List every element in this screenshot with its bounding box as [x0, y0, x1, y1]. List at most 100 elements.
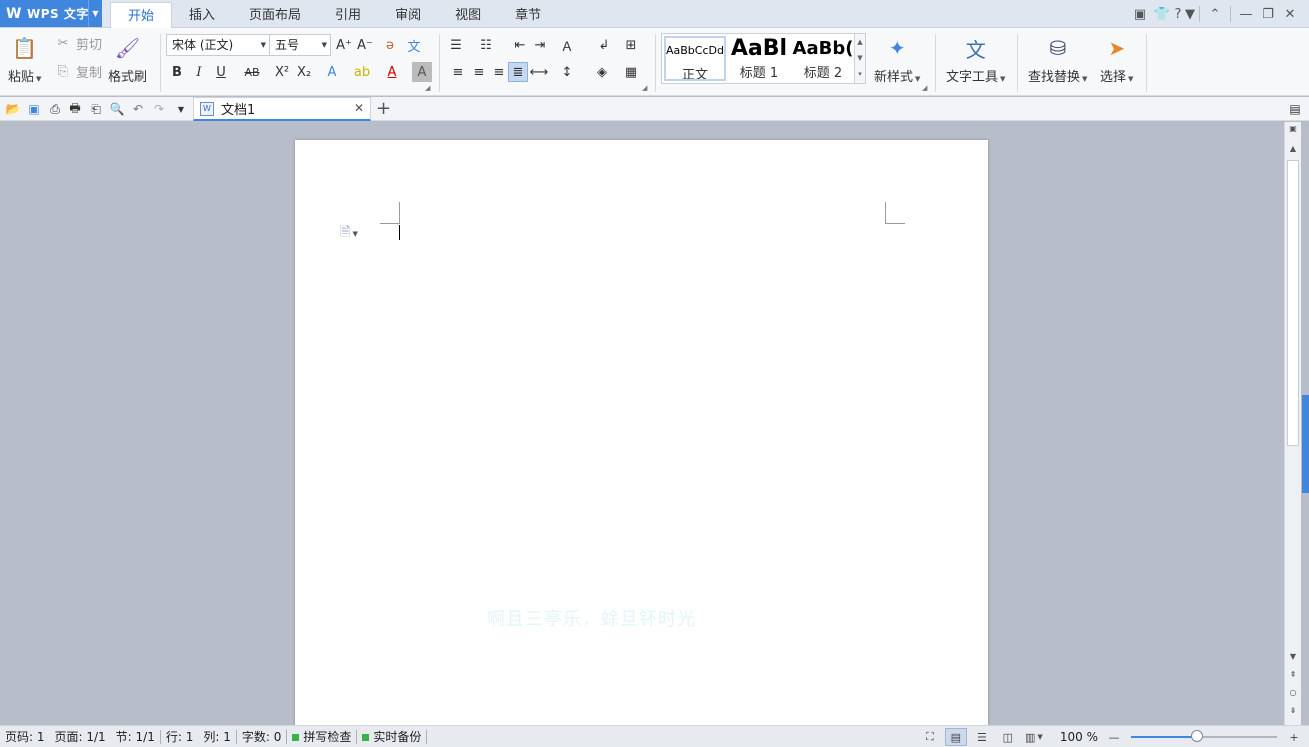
- find-replace-label: 查找替换: [1028, 70, 1081, 85]
- format-painter-button[interactable]: 🖌 格式刷: [108, 34, 147, 85]
- chevron-down-icon[interactable]: ▼: [88, 0, 102, 27]
- print-preview-icon[interactable]: ⎗: [87, 100, 105, 118]
- font-name-select[interactable]: 宋体 (正文) ▼: [166, 34, 270, 56]
- vertical-scrollbar[interactable]: ▣ ▲ ▼ ⇞ ○ ⇟: [1284, 122, 1301, 725]
- restore-icon[interactable]: ❐: [1257, 3, 1279, 25]
- align-right-icon[interactable]: ≡: [489, 62, 509, 82]
- zoom-slider-handle[interactable]: [1190, 730, 1203, 742]
- document-page[interactable]: 🗎 ▼ 啊且三亭乐，蜍旦钚时光: [295, 140, 988, 725]
- font-color-icon[interactable]: A: [382, 62, 402, 82]
- distributed-align-icon[interactable]: ⟷: [529, 62, 549, 82]
- grow-font-icon[interactable]: A⁺: [334, 35, 354, 55]
- styles-scroll[interactable]: ▲ ▼ ▾: [854, 34, 865, 83]
- highlight-icon[interactable]: ab: [352, 62, 372, 82]
- export-pdf-icon[interactable]: ⎙: [46, 100, 64, 118]
- borders-icon[interactable]: ▦: [621, 62, 641, 82]
- tab-references[interactable]: 引用: [318, 2, 378, 28]
- backup-toggle[interactable]: 实时备份: [357, 728, 426, 745]
- table-grid-icon[interactable]: ⊞: [621, 35, 641, 55]
- paste-button[interactable]: 📋 粘贴 ▼: [8, 34, 41, 85]
- line-spacing-icon[interactable]: ↕: [557, 62, 577, 82]
- select-button[interactable]: ➤ 选择 ▼: [1100, 34, 1133, 85]
- web-view-icon[interactable]: ◫: [997, 728, 1019, 746]
- decrease-indent-icon[interactable]: ⇤: [510, 35, 530, 55]
- zoom-out-icon[interactable]: —: [1103, 728, 1125, 746]
- customize-dropdown-icon[interactable]: ▼: [172, 100, 190, 118]
- scroll-up-icon[interactable]: ▲: [1285, 144, 1301, 158]
- copy-button[interactable]: ⎘ 复制: [54, 62, 102, 81]
- shrink-font-icon[interactable]: A⁻: [355, 35, 375, 55]
- increase-indent-icon[interactable]: ⇥: [530, 35, 550, 55]
- style-heading-1[interactable]: AaBl 标题 1: [728, 36, 790, 81]
- tab-view[interactable]: 视图: [438, 2, 498, 28]
- page-view-icon[interactable]: ▤: [944, 728, 967, 746]
- browse-object-icon[interactable]: ○: [1285, 688, 1301, 702]
- text-effect-icon[interactable]: A: [322, 62, 342, 82]
- subscript-icon[interactable]: X₂: [294, 62, 314, 82]
- bold-icon[interactable]: B: [167, 62, 187, 82]
- paragraph-mark-icon[interactable]: ↲: [594, 35, 614, 55]
- reading-mode-icon[interactable]: ▥ ▼: [1023, 728, 1045, 746]
- print-icon[interactable]: 🖶: [66, 100, 84, 118]
- cut-button[interactable]: ✂ 剪切: [54, 34, 102, 53]
- status-word-count[interactable]: 字数: 0: [237, 728, 287, 745]
- font-dialog-launcher-icon[interactable]: ◢: [425, 84, 430, 92]
- align-center-icon[interactable]: ≡: [469, 62, 489, 82]
- font-size-select[interactable]: 五号 ▼: [269, 34, 331, 56]
- align-left-icon[interactable]: ≡: [448, 62, 468, 82]
- shirt-icon[interactable]: 👕: [1151, 3, 1173, 25]
- strikethrough-icon[interactable]: AB: [242, 62, 262, 82]
- phonetic-guide-icon[interactable]: 文: [404, 35, 424, 55]
- save-icon[interactable]: ▣: [25, 100, 43, 118]
- text-tools-button[interactable]: 文 文字工具 ▼: [946, 34, 1005, 86]
- tab-home[interactable]: 开始: [110, 2, 173, 29]
- underline-icon[interactable]: U: [211, 62, 231, 82]
- outline-view-icon[interactable]: ☰: [971, 728, 993, 746]
- style-heading-2[interactable]: AaBb( 标题 2: [792, 36, 854, 81]
- justify-icon[interactable]: ≣: [508, 62, 528, 82]
- tab-page-layout[interactable]: 页面布局: [232, 2, 318, 28]
- clear-format-icon[interactable]: ǝ: [380, 35, 400, 55]
- minimize-icon[interactable]: —: [1235, 3, 1257, 25]
- fullscreen-view-icon[interactable]: ⛶: [919, 728, 941, 746]
- tab-insert[interactable]: 插入: [172, 2, 232, 28]
- zoom-level[interactable]: 100 %: [1055, 730, 1103, 744]
- app-menu-button[interactable]: W WPS 文字 ▼: [0, 0, 102, 27]
- superscript-icon[interactable]: X²: [272, 62, 292, 82]
- new-style-button[interactable]: ✦ 新样式 ▼: [874, 34, 920, 85]
- help-icon[interactable]: ? ▼: [1173, 3, 1195, 25]
- skin-icon[interactable]: ▣: [1129, 3, 1151, 25]
- tab-options-icon[interactable]: ▤: [1286, 100, 1304, 118]
- open-folder-icon[interactable]: 📂: [4, 100, 22, 118]
- preview-icon[interactable]: 🔍: [108, 100, 126, 118]
- zoom-in-icon[interactable]: +: [1283, 728, 1305, 746]
- zoom-slider[interactable]: [1131, 730, 1277, 742]
- paragraph-dialog-launcher-icon[interactable]: ◢: [642, 84, 647, 92]
- document-tab[interactable]: W 文档1 ✕: [193, 97, 371, 121]
- text-direction-icon[interactable]: Ａ: [557, 35, 577, 55]
- tab-review[interactable]: 审阅: [378, 2, 438, 28]
- close-icon[interactable]: ✕: [1279, 3, 1301, 25]
- close-tab-icon[interactable]: ✕: [354, 101, 364, 115]
- undo-icon[interactable]: ↶: [129, 100, 147, 118]
- bullet-list-icon[interactable]: ☰: [446, 35, 466, 55]
- next-page-icon[interactable]: ⇟: [1285, 706, 1301, 720]
- style-normal[interactable]: AaBbCcDd 正文: [664, 36, 726, 81]
- prev-page-icon[interactable]: ⇞: [1285, 670, 1301, 684]
- paragraph-options-icon[interactable]: 🗎 ▼: [340, 223, 358, 245]
- new-tab-icon[interactable]: +: [376, 98, 391, 119]
- italic-icon[interactable]: I: [189, 62, 209, 82]
- scroll-settings-icon[interactable]: ▣: [1285, 124, 1301, 138]
- styles-dialog-launcher-icon[interactable]: ◢: [922, 84, 927, 92]
- tab-chapter[interactable]: 章节: [498, 2, 558, 28]
- collapse-ribbon-icon[interactable]: ⌃: [1204, 3, 1226, 25]
- redo-icon[interactable]: ↷: [150, 100, 168, 118]
- paint-bucket-icon[interactable]: ◈: [592, 62, 612, 82]
- side-panel-toggle[interactable]: [1302, 395, 1309, 493]
- numbered-list-icon[interactable]: ☷: [476, 35, 496, 55]
- scroll-down-icon[interactable]: ▼: [1285, 652, 1301, 666]
- char-shading-icon[interactable]: A: [412, 62, 432, 82]
- find-replace-button[interactable]: ⛁ 查找替换 ▼: [1028, 34, 1087, 85]
- scroll-thumb[interactable]: [1287, 160, 1299, 446]
- spell-check-toggle[interactable]: 拼写检查: [287, 728, 356, 745]
